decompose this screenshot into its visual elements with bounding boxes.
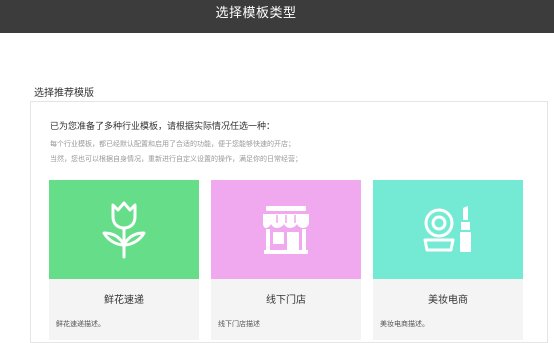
card-image[interactable] xyxy=(211,180,361,279)
card-description: 美妆电商描述。 xyxy=(380,320,429,328)
card-description: 鲜花速递描述。 xyxy=(56,320,105,328)
intro-line-1: 每个行业模板，都已经默认配置和启用了合适的功能，便于您能够快速的开店； xyxy=(50,140,295,148)
card-image[interactable] xyxy=(49,180,199,279)
template-card-store[interactable]: 线下门店 线下门店描述 xyxy=(211,180,361,340)
card-title: 鲜花速递 xyxy=(104,295,144,306)
card-title: 美妆电商 xyxy=(428,295,468,306)
top-bar: 选择模板类型 xyxy=(0,0,554,33)
template-card-flower[interactable]: 鲜花速递 鲜花速递描述。 xyxy=(49,180,199,340)
storefront-icon xyxy=(263,205,309,254)
card-image[interactable] xyxy=(373,180,523,279)
card-title: 线下门店 xyxy=(266,295,306,306)
intro-heading: 已为您准备了多种行业模板，请根据实际情况任选一种： xyxy=(50,122,276,132)
section-title: 选择推荐模版 xyxy=(34,88,94,99)
cosmetics-icon xyxy=(423,205,471,252)
intro-line-2: 当然，您也可以根据自身情况，重新进行自定义设置的操作，满足你的日常经营； xyxy=(50,155,302,163)
template-card-cosmetics[interactable]: 美妆电商 美妆电商描述。 xyxy=(373,180,523,340)
rose-icon xyxy=(102,201,146,258)
page-title: 选择模板类型 xyxy=(215,6,297,21)
card-description: 线下门店描述 xyxy=(218,320,260,328)
